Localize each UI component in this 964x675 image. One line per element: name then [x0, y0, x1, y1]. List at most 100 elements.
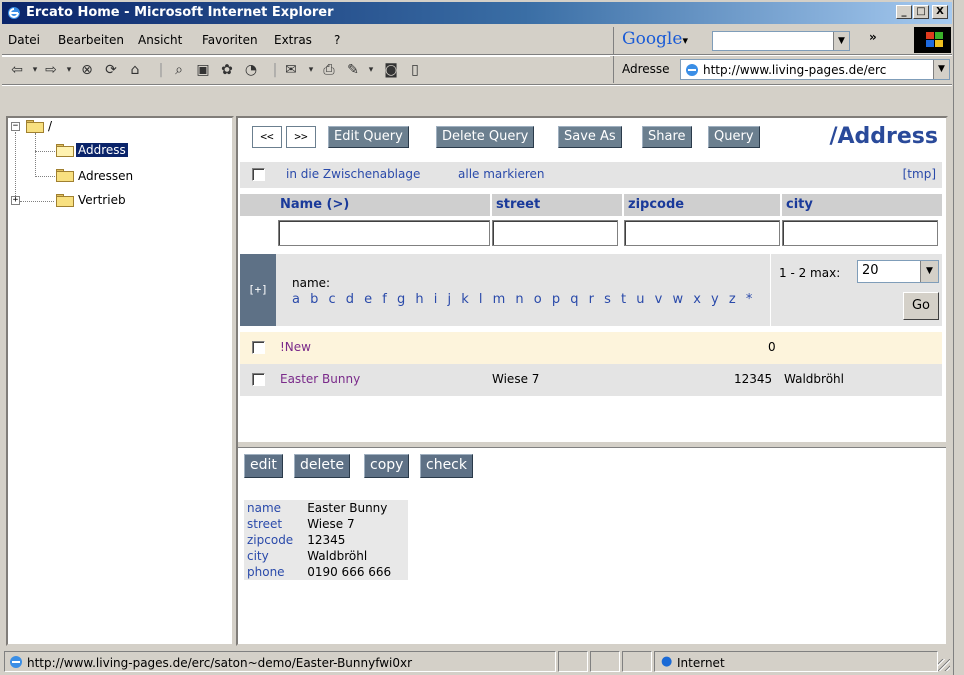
column-header-zipcode[interactable]: zipcode — [624, 194, 780, 216]
edit-icon[interactable]: ✎ — [344, 61, 362, 79]
edit-query-button[interactable]: Edit Query — [328, 126, 409, 148]
row-zipcode: 0 — [768, 340, 776, 354]
google-logo[interactable]: Google▾ — [622, 29, 688, 49]
chevron-down-icon[interactable]: ▼ — [833, 32, 849, 50]
edit-dropdown-icon[interactable]: ▾ — [362, 61, 380, 79]
row-name-link[interactable]: !New — [280, 340, 311, 354]
row-checkbox[interactable] — [252, 341, 265, 354]
alphabet-links[interactable]: a b c d e f g h i j k l m n o p q r s t … — [292, 292, 755, 307]
page-icon — [686, 64, 698, 76]
header-spacer — [240, 194, 276, 216]
row-name-link[interactable]: Easter Bunny — [280, 372, 360, 386]
row-checkbox[interactable] — [252, 373, 265, 386]
status-cell — [590, 651, 620, 672]
minimize-button[interactable]: _ — [896, 5, 912, 19]
tree-item-vertrieb[interactable]: Vertrieb — [78, 193, 126, 207]
menu-favoriten[interactable]: Favoriten — [202, 33, 258, 47]
detail-key: name — [247, 501, 282, 515]
forward-arrow-icon[interactable]: ⇨ — [42, 61, 60, 79]
address-dropdown-icon[interactable]: ▼ — [933, 60, 949, 79]
tree-item-address[interactable]: Address — [76, 143, 128, 157]
prev-page-button[interactable]: << — [252, 126, 282, 148]
google-search-input[interactable]: ▼ — [712, 31, 850, 51]
history-icon[interactable]: ◔ — [242, 61, 260, 79]
status-cell — [622, 651, 652, 672]
zone-cell: ● Internet — [654, 651, 938, 672]
address-input[interactable]: http://www.living-pages.de/erc ▼ — [680, 59, 950, 80]
refresh-icon[interactable]: ⟳ — [102, 61, 120, 79]
search-icon[interactable]: ⌕ — [170, 61, 188, 79]
detail-frame: edit delete copy check name Easter Bunny … — [238, 448, 946, 644]
favorites-icon[interactable]: ▣ — [194, 61, 212, 79]
zipcode-filter-input[interactable] — [624, 220, 780, 246]
check-button[interactable]: check — [420, 454, 473, 478]
more-chevron-icon[interactable]: » — [869, 30, 877, 44]
column-header-name[interactable]: Name (>) — [276, 194, 490, 216]
google-toolbar: Google▾ ▼ » — [613, 27, 952, 54]
detail-value: Waldbröhl — [307, 549, 368, 563]
stop-icon[interactable]: ⊗ — [78, 61, 96, 79]
forward-dropdown-icon[interactable]: ▾ — [60, 61, 78, 79]
menu-extras[interactable]: Extras — [274, 33, 312, 47]
folder-icon — [56, 169, 74, 182]
table-row[interactable]: !New 0 — [240, 332, 942, 364]
discuss-icon[interactable]: ◙ — [382, 61, 400, 79]
detail-table: name Easter Bunny street Wiese 7 zipcode 12… — [244, 500, 408, 580]
detail-value: Easter Bunny — [307, 501, 388, 515]
address-url: http://www.living-pages.de/erc — [703, 63, 887, 77]
media-icon[interactable]: ✿ — [218, 61, 236, 79]
delete-button[interactable]: delete — [294, 454, 351, 478]
tree-root[interactable]: / — [48, 119, 52, 133]
next-page-button[interactable]: >> — [286, 126, 316, 148]
menu-help[interactable]: ? — [334, 33, 340, 47]
expand-button[interactable]: [+] — [240, 254, 276, 326]
mark-all-link[interactable]: alle markieren — [458, 167, 545, 181]
status-cell — [558, 651, 588, 672]
open-folder-icon — [56, 144, 74, 157]
menu-bearbeiten[interactable]: Bearbeiten — [58, 33, 124, 47]
menu-datei[interactable]: Datei — [8, 33, 40, 47]
chevron-down-icon[interactable]: ▼ — [920, 261, 938, 282]
row-city: Waldbröhl — [784, 372, 844, 386]
range-box: 1 - 2 max: 20 ▼ Go — [770, 254, 942, 326]
tree-item-adressen[interactable]: Adressen — [78, 169, 133, 183]
print-icon[interactable]: ⎙ — [320, 61, 338, 79]
resize-grip[interactable] — [938, 659, 950, 671]
collapse-icon[interactable]: − — [11, 122, 20, 131]
name-filter-input[interactable] — [278, 220, 490, 246]
city-filter-input[interactable] — [782, 220, 938, 246]
edit-button[interactable]: edit — [244, 454, 283, 478]
save-as-button[interactable]: Save As — [558, 126, 622, 148]
copy-button[interactable]: copy — [364, 454, 410, 478]
clipboard-link[interactable]: in die Zwischenablage — [286, 167, 420, 181]
street-filter-input[interactable] — [492, 220, 618, 246]
table-row[interactable]: Easter Bunny Wiese 7 12345 Waldbröhl — [240, 364, 942, 396]
go-button[interactable]: Go — [903, 292, 939, 320]
query-button[interactable]: Query — [708, 126, 760, 148]
selection-bar: in die Zwischenablage alle markieren [tm… — [240, 162, 942, 188]
messenger-icon[interactable]: ▯ — [406, 61, 424, 79]
select-all-checkbox[interactable] — [252, 168, 265, 181]
detail-value: 12345 — [307, 533, 346, 547]
status-url-cell: http://www.living-pages.de/erc/saton~dem… — [4, 651, 556, 672]
frame-splitter[interactable] — [238, 441, 946, 448]
delete-query-button[interactable]: Delete Query — [436, 126, 535, 148]
status-url: http://www.living-pages.de/erc/saton~dem… — [27, 656, 413, 670]
mail-dropdown-icon[interactable]: ▾ — [302, 61, 320, 79]
maximize-button[interactable]: □ — [913, 5, 929, 19]
column-header-street[interactable]: street — [492, 194, 622, 216]
mail-icon[interactable]: ✉ — [282, 61, 300, 79]
share-button[interactable]: Share — [642, 126, 692, 148]
tmp-link[interactable]: [tmp] — [903, 167, 936, 181]
detail-row: zipcode 12345 — [244, 532, 408, 548]
max-results-select[interactable]: 20 ▼ — [857, 260, 939, 283]
back-arrow-icon[interactable]: ⇦ — [8, 61, 26, 79]
home-icon[interactable]: ⌂ — [126, 61, 144, 79]
column-header-city[interactable]: city — [782, 194, 942, 216]
expand-icon[interactable]: + — [11, 196, 20, 205]
close-button[interactable]: X — [932, 5, 948, 19]
address-toolbar: Adresse http://www.living-pages.de/erc ▼ — [613, 56, 952, 83]
title-bar[interactable]: Ercato Home - Microsoft Internet Explore… — [2, 2, 952, 24]
menu-ansicht[interactable]: Ansicht — [138, 33, 182, 47]
detail-row: street Wiese 7 — [244, 516, 408, 532]
